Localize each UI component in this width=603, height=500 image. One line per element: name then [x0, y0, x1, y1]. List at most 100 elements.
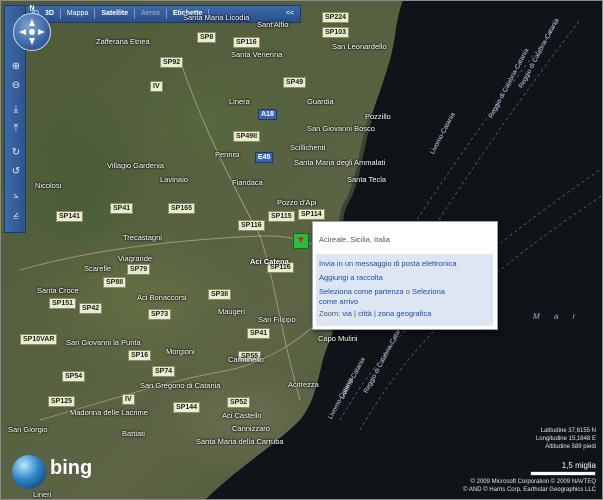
road-label: SP3II: [208, 289, 232, 300]
sea-label: M a r: [533, 312, 582, 321]
place-label: Zafferana Etnea: [96, 37, 150, 46]
road-label: SP151: [49, 298, 77, 309]
tilt-up-icon[interactable]: ⤒: [10, 123, 22, 135]
road-label: SP144: [173, 402, 201, 413]
place-label: Viagrande: [118, 254, 153, 263]
rotate-up-icon[interactable]: ⦣: [10, 190, 22, 202]
road-label: SP16: [128, 350, 152, 361]
road-label: SP41: [110, 203, 134, 214]
road-label: E45: [255, 152, 274, 163]
road-label: SP52: [227, 397, 251, 408]
separator: |: [373, 309, 376, 318]
zoom-via-link[interactable]: via: [342, 309, 352, 318]
place-label: Cannizzaro: [232, 424, 270, 433]
road-label: SP92: [160, 57, 184, 68]
road-label: SP54: [62, 371, 86, 382]
road-label: SP10VAR: [20, 334, 58, 345]
zoom-citta-link[interactable]: città: [358, 309, 372, 318]
select-start-link[interactable]: Seleziona come partenza: [319, 287, 404, 296]
place-label: Santa Maria degli Ammalati: [294, 158, 386, 167]
zoom-zona-link[interactable]: zona geografica: [378, 309, 431, 318]
place-label: Aci Bonaccorsi: [137, 293, 187, 302]
place-label: Aci Catena: [250, 257, 289, 266]
satellite-map[interactable]: 2D 3D Mappa Satellite Aerea Etichette <<…: [0, 0, 603, 500]
road-label: SP114: [298, 209, 325, 220]
place-label: Acitrezza: [288, 380, 319, 389]
road-label: SP42: [79, 303, 103, 314]
bing-logo[interactable]: bing: [12, 455, 102, 491]
tab-satellite[interactable]: Satellite: [95, 6, 134, 22]
place-label: Pozzillo: [365, 112, 391, 121]
rotate-down-icon[interactable]: ⦤: [10, 209, 22, 221]
road-label: SP165: [168, 203, 196, 214]
zoom-out-icon[interactable]: ⊖: [10, 80, 22, 92]
location-pin-icon[interactable]: ▼: [293, 233, 309, 249]
road-label: SP224: [322, 12, 350, 23]
globe-icon: [12, 455, 46, 489]
directions-line: Seleziona come partenza o Seleziona: [319, 287, 445, 296]
road-label: SP73: [148, 309, 172, 320]
road-label: SP103: [322, 27, 350, 38]
place-label: Lineri: [33, 490, 52, 499]
road-label: SP115: [268, 211, 295, 222]
tab-aerea[interactable]: Aerea: [135, 6, 166, 22]
place-label: San Leonardello: [332, 42, 387, 51]
place-label: Madonna delle Lacrime: [70, 408, 148, 417]
copyright-line: © 2009 Microsoft Corporation © 2009 NAVT…: [470, 479, 596, 485]
place-label: Scillichenti: [290, 143, 326, 152]
place-label: Pennisi: [215, 150, 240, 159]
place-label: Santa Maria Licodia: [183, 13, 250, 22]
place-label: Maugeri: [218, 307, 246, 316]
road-label: SP8: [197, 32, 217, 43]
separator: |: [354, 309, 356, 318]
road-label: A18: [258, 109, 277, 120]
place-label: Scarelle: [84, 264, 112, 273]
latitude-readout: Latitudine 37,6155 N: [540, 428, 596, 434]
popup-title: Acireale, Sicilia, Italia: [319, 235, 390, 244]
place-label: Aci Castello: [222, 411, 262, 420]
road-label: SP125: [48, 396, 76, 407]
place-label: Linera: [229, 97, 250, 106]
place-label: Nicolosi: [35, 181, 62, 190]
scale-label: 1,5 miglia: [561, 461, 596, 470]
place-label: San Giovanni la Punta: [66, 338, 141, 347]
place-label: Guardia: [307, 97, 334, 106]
or-text: o: [405, 287, 410, 296]
road-label: SP141: [56, 211, 84, 222]
place-label: Battiati: [122, 429, 145, 438]
place-label: Carminello: [228, 355, 264, 364]
longitude-readout: Longitudine 15,1648 E: [535, 436, 596, 442]
compass-control[interactable]: N: [13, 5, 51, 51]
altitude-readout: Altitudine 589 piedi: [545, 444, 596, 450]
location-popup: Acireale, Sicilia, Italia Invia in un me…: [312, 221, 498, 330]
north-label: N: [29, 5, 35, 12]
place-label: Fiandaca: [232, 178, 263, 187]
road-label: SP116: [238, 220, 265, 231]
tab-mappa[interactable]: Mappa: [61, 6, 94, 22]
tilt-down-icon[interactable]: ⤓: [10, 104, 22, 116]
bing-wordmark: bing: [50, 457, 93, 479]
road-label: SP49: [283, 77, 307, 88]
road-label: IV: [150, 81, 163, 92]
place-label: Sant'Alfio: [257, 20, 289, 29]
place-label: Santa Venerina: [231, 50, 283, 59]
select-end-link-cont[interactable]: come arrivo: [319, 297, 358, 306]
road-label: SP49II: [233, 131, 261, 142]
place-label: San Giorgio: [8, 425, 48, 434]
place-label: Morgioni: [166, 347, 195, 356]
send-email-link[interactable]: Invia in un messaggio di posta elettroni…: [319, 259, 457, 268]
place-label: Pozzo d'Api: [277, 198, 317, 207]
road-label: IV: [122, 394, 135, 405]
select-end-link[interactable]: Seleziona: [412, 287, 445, 296]
road-label: SP8II: [103, 277, 127, 288]
zoom-label: Zoom:: [319, 309, 341, 318]
copyright-notice: © 2009 Microsoft Corporation © 2009 NAVT…: [463, 478, 596, 494]
add-collection-link[interactable]: Aggiungi a raccolta: [319, 273, 383, 282]
rotate-right-icon[interactable]: ↻: [10, 147, 22, 159]
road-label: SP74: [152, 366, 176, 377]
rotate-left-icon[interactable]: ↺: [10, 166, 22, 178]
place-label: Trecastagni: [123, 233, 162, 242]
place-label: Capo Mulini: [318, 334, 358, 343]
zoom-in-icon[interactable]: ⊕: [10, 61, 22, 73]
scale-bar: [530, 471, 596, 476]
